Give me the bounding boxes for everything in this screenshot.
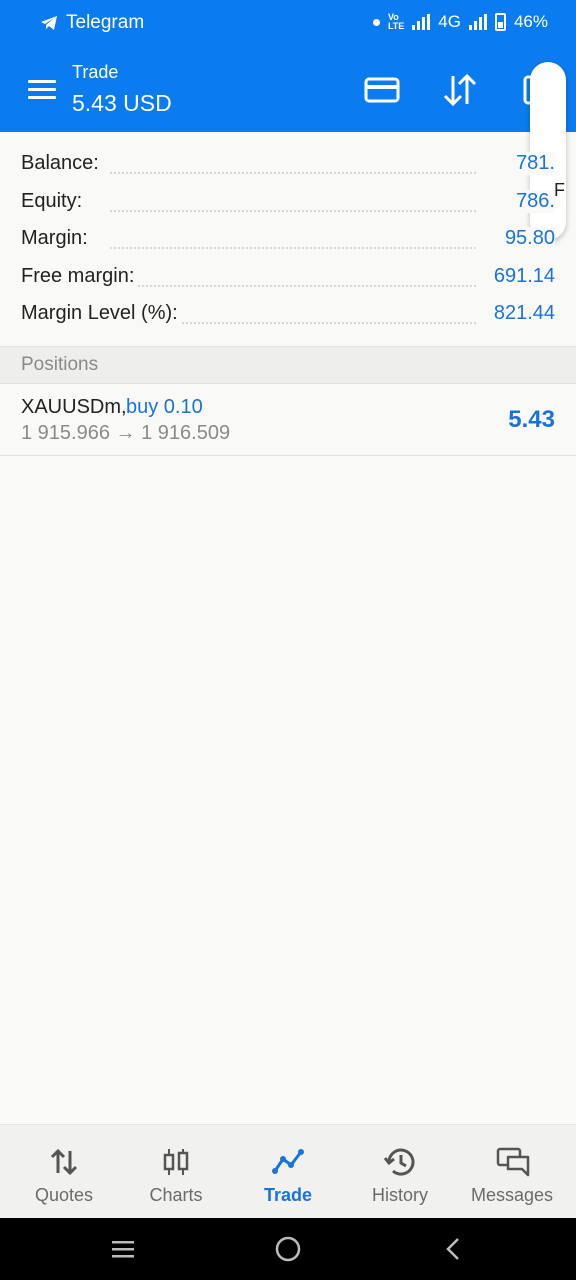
summary-row-balance: Balance: 781. (0, 144, 576, 182)
notification-dot-icon (372, 18, 380, 26)
messages-icon (496, 1147, 530, 1177)
margin-label: Margin: (21, 227, 92, 251)
quotes-icon (50, 1148, 78, 1176)
nav-label-history: History (371, 1185, 428, 1205)
nav-item-history[interactable]: History (344, 1125, 456, 1219)
position-profit: 5.43 (508, 406, 555, 433)
margin-level-label: Margin Level (%): (21, 302, 182, 326)
positions-header-label: Positions (21, 354, 99, 375)
telegram-icon (41, 16, 57, 30)
nav-label-trade: Trade (263, 1185, 313, 1205)
dotted-leader (110, 247, 476, 250)
nav-item-quotes[interactable]: Quotes (8, 1125, 120, 1219)
bottom-navigation: Quotes Charts Trade History Messages (0, 1124, 576, 1218)
system-navigation-bar (0, 1218, 576, 1280)
free-margin-value: 691.14 (487, 264, 555, 288)
equity-value: 786. (510, 189, 555, 213)
dotted-leader (110, 209, 476, 212)
volte-icon: Vo LTE (387, 12, 405, 31)
recent-apps-icon[interactable] (108, 1234, 138, 1264)
dotted-leader (110, 172, 476, 174)
dotted-leader (110, 284, 476, 287)
nav-item-charts[interactable]: Charts (120, 1125, 232, 1219)
history-icon (384, 1148, 415, 1176)
margin-level-value: 821.44 (487, 302, 555, 326)
status-right: Vo LTE 4G 46% (372, 12, 548, 32)
position-side-volume: buy 0.10 (126, 396, 203, 418)
nav-item-trade[interactable]: Trade (232, 1125, 344, 1219)
battery-icon (494, 13, 506, 31)
balance-label: Balance: (21, 152, 103, 175)
top-app-bar: Telegram Vo LTE 4G 46% Trade 5.43 USD (0, 0, 576, 132)
nav-label-messages: Messages (470, 1185, 554, 1205)
summary-row-margin: Margin: 95.80 (0, 219, 576, 257)
nav-label-quotes: Quotes (34, 1185, 94, 1205)
app-bar: Trade 5.43 USD (0, 48, 576, 132)
page-subtitle-profit: 5.43 USD (72, 90, 172, 116)
equity-label: Equity: (21, 189, 87, 213)
status-app-name: Telegram (66, 12, 145, 33)
summary-row-margin-level: Margin Level (%): 821.44 (0, 294, 576, 332)
account-summary: Balance: 781. Equity: 786. Margin: 95.80… (0, 144, 576, 332)
margin-value: 95.80 (498, 227, 555, 251)
position-row[interactable]: XAUUSDm, buy 0.10 1 915.966 → 1 916.509 … (0, 384, 576, 456)
charts-icon (163, 1149, 189, 1175)
signal-icon-2 (468, 14, 487, 30)
position-prices: 1 915.966 → 1 916.509 (21, 422, 231, 444)
trade-icon (272, 1149, 304, 1174)
position-symbol: XAUUSDm, (21, 396, 127, 418)
balance-value: 781. (510, 152, 555, 175)
status-left: Telegram (40, 12, 144, 34)
network-type: 4G (438, 12, 461, 31)
summary-row-equity: Equity: 786. (0, 182, 576, 220)
free-margin-label: Free margin: (21, 264, 139, 288)
back-icon[interactable] (438, 1234, 468, 1264)
sort-icon[interactable] (440, 72, 480, 108)
menu-icon[interactable] (28, 80, 56, 100)
status-bar: Telegram Vo LTE 4G 46% (0, 0, 576, 48)
page-title: Trade (72, 62, 119, 82)
nav-label-charts: Charts (149, 1185, 203, 1205)
positions-section-header: Positions (0, 346, 576, 384)
card-icon[interactable] (362, 72, 402, 108)
battery-percent: 46% (513, 12, 548, 31)
summary-row-free-margin: Free margin: 691.14 (0, 257, 576, 295)
signal-icon (412, 14, 431, 30)
home-icon[interactable] (273, 1234, 303, 1264)
nav-item-messages[interactable]: Messages (456, 1125, 568, 1219)
